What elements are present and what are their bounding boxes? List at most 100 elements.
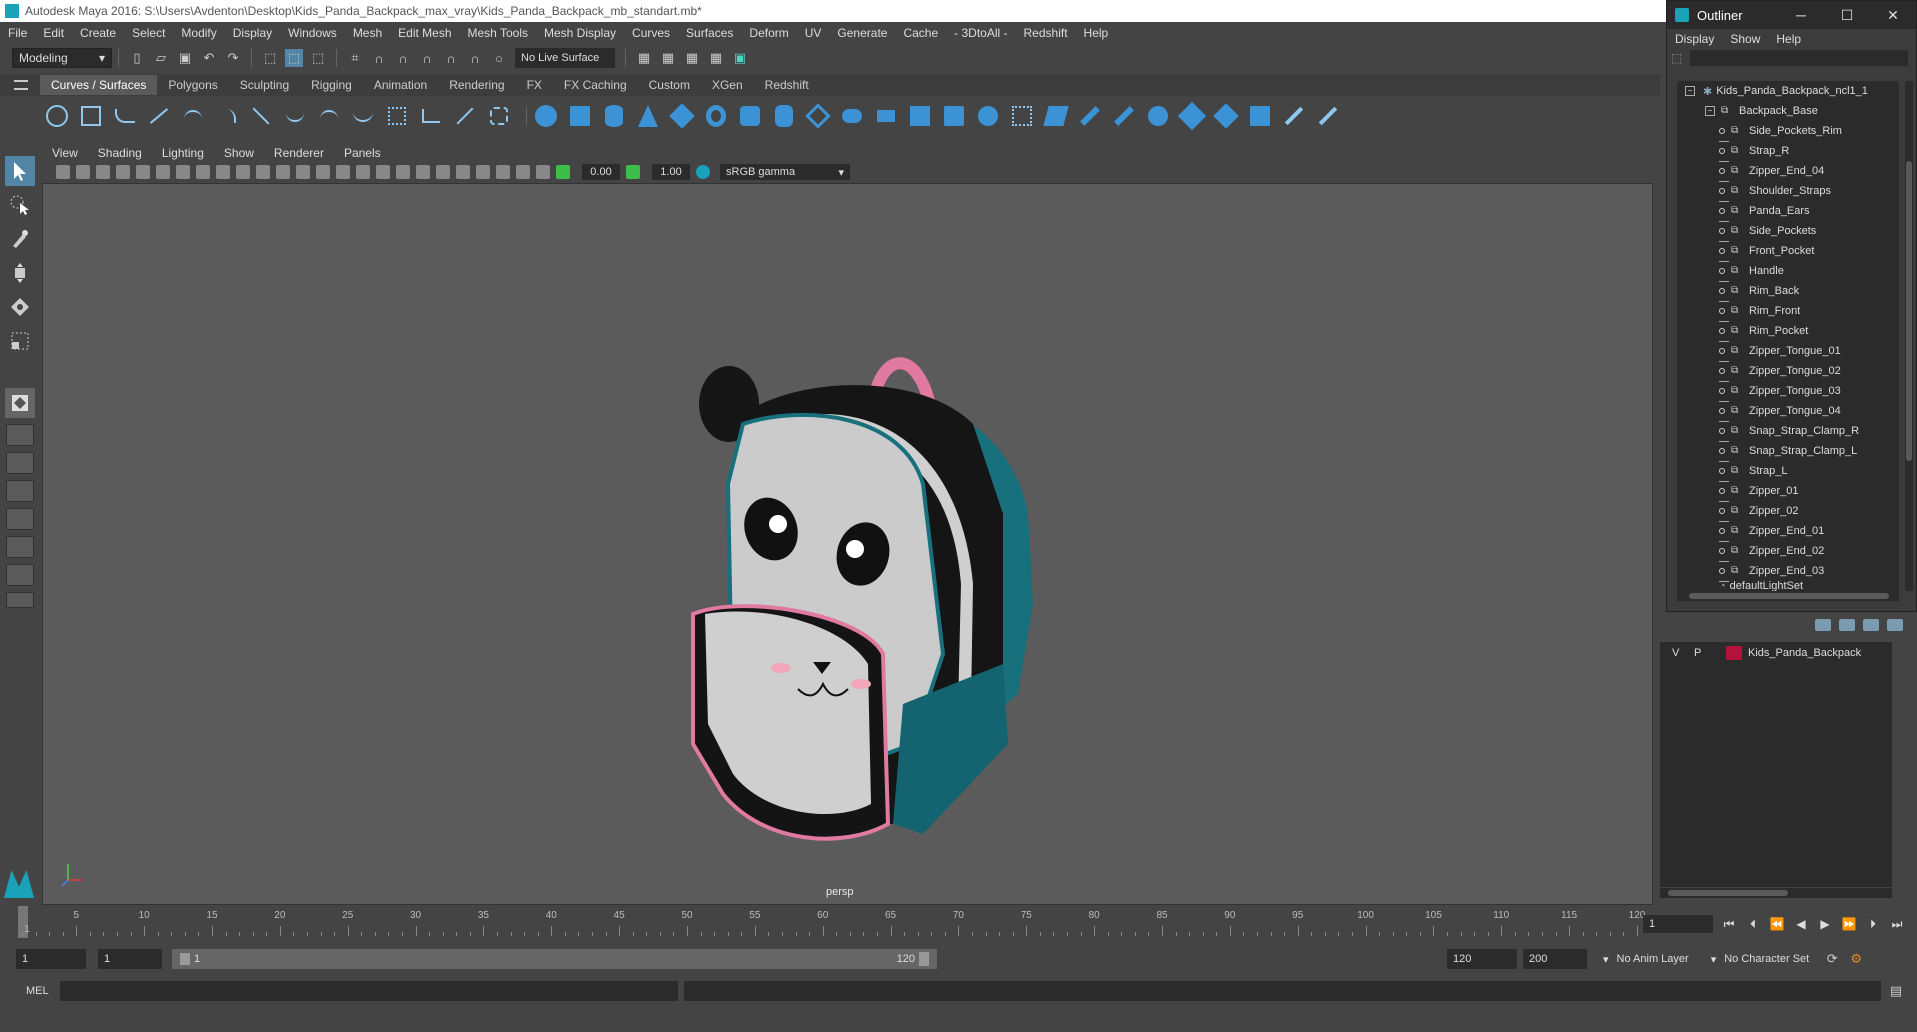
outliner-search-input[interactable] (1690, 50, 1909, 66)
range-end-handle[interactable] (919, 952, 929, 966)
tree-item-row[interactable]: ⧉ Zipper_01 (1677, 481, 1899, 502)
menu-select[interactable]: Select (124, 26, 173, 40)
outliner-tree[interactable]: − ✱ Kids_Panda_Backpack_ncl1_1 − ⧉ Backp… (1677, 81, 1899, 591)
exposure-icon[interactable] (556, 165, 570, 179)
outliner-menu-help[interactable]: Help (1768, 32, 1809, 46)
tree-item-row[interactable]: ⧉ Side_Pockets_Rim (1677, 121, 1899, 142)
menu-set-dropdown[interactable]: Modeling ▾ (12, 48, 112, 68)
nurbs-plane-icon[interactable] (669, 103, 695, 129)
tab-rigging[interactable]: Rigging (300, 75, 363, 95)
menu-modify[interactable]: Modify (173, 26, 224, 40)
character-set-dropdown[interactable]: ▾ No Character Set (1704, 949, 1816, 969)
auto-key-icon[interactable]: ⟳ (1823, 950, 1841, 968)
tree-item-row[interactable]: ⧉ Zipper_Tongue_01 (1677, 341, 1899, 362)
snap-point-icon[interactable]: ∩ (394, 49, 412, 67)
minimize-icon[interactable]: ─ (1778, 7, 1824, 24)
film-gate-icon[interactable] (196, 165, 210, 179)
snap-curve-icon[interactable]: ∩ (370, 49, 388, 67)
viewport-menu-shading[interactable]: Shading (88, 146, 152, 160)
redo-icon[interactable]: ↷ (224, 49, 242, 67)
grid-icon[interactable] (176, 165, 190, 179)
offset-surface-icon[interactable] (1213, 103, 1239, 129)
step-forward-frame-icon[interactable]: ⏩ (1841, 917, 1857, 931)
open-scene-icon[interactable]: ▱ (152, 49, 170, 67)
viewport-menu-lighting[interactable]: Lighting (152, 146, 214, 160)
textured-icon[interactable] (356, 165, 370, 179)
menu-display[interactable]: Display (225, 26, 280, 40)
tree-item-row[interactable]: ⧉ Rim_Pocket (1677, 321, 1899, 342)
safe-action-icon[interactable] (276, 165, 290, 179)
nurbs-cone-icon[interactable] (635, 103, 661, 129)
menu-mesh-tools[interactable]: Mesh Tools (460, 26, 536, 40)
trim-tool-icon[interactable] (1077, 103, 1103, 129)
rotate-tool-icon[interactable] (5, 292, 35, 322)
snap-grid-icon[interactable]: ⌗ (346, 49, 364, 67)
extrude-icon[interactable] (839, 103, 865, 129)
script-editor-icon[interactable]: ▤ (1887, 982, 1905, 1000)
tree-item-row[interactable]: ⧉ Snap_Strap_Clamp_L (1677, 441, 1899, 462)
loft-icon[interactable] (771, 103, 797, 129)
image-plane-icon[interactable] (116, 165, 130, 179)
square-surface-icon[interactable] (941, 103, 967, 129)
sculpt-geometry-icon[interactable] (1281, 103, 1307, 129)
shadows-icon[interactable] (396, 165, 410, 179)
tree-root-row[interactable]: − ✱ Kids_Panda_Backpack_ncl1_1 (1677, 81, 1899, 101)
render-view-icon[interactable]: ▣ (731, 49, 749, 67)
hypershade-icon[interactable]: ▦ (707, 49, 725, 67)
layout-outliner-button[interactable] (6, 508, 34, 530)
layer-visibility-toggle[interactable]: V (1672, 647, 1694, 659)
current-frame-field[interactable]: 1 (1643, 915, 1713, 933)
wireframe-icon[interactable] (296, 165, 310, 179)
tree-item-row[interactable]: ⧉ Zipper_End_04 (1677, 161, 1899, 182)
collapse-icon[interactable]: − (1705, 106, 1715, 116)
layout-two-side-button[interactable] (6, 452, 34, 474)
xray-icon[interactable] (516, 165, 530, 179)
menu-surfaces[interactable]: Surfaces (678, 26, 741, 40)
tree-item-row[interactable]: ⧉ Strap_R (1677, 141, 1899, 162)
go-to-end-icon[interactable]: ⏭ (1889, 917, 1905, 932)
menu-generate[interactable]: Generate (829, 26, 895, 40)
ipr-render-icon[interactable]: ▦ (659, 49, 677, 67)
detach-curve-icon[interactable] (350, 103, 376, 129)
playback-start-field[interactable]: 1 (98, 949, 162, 969)
select-tool-icon[interactable] (5, 156, 35, 186)
wireframe-on-shaded-icon[interactable] (336, 165, 350, 179)
use-lights-icon[interactable] (376, 165, 390, 179)
tab-animation[interactable]: Animation (363, 75, 438, 95)
step-back-frame-icon[interactable]: ⏪ (1769, 917, 1785, 931)
cv-curve-icon[interactable] (112, 103, 138, 129)
boundary-icon[interactable] (907, 103, 933, 129)
menu-file[interactable]: File (0, 26, 35, 40)
curve-tool-icon[interactable] (248, 103, 274, 129)
menu-windows[interactable]: Windows (280, 26, 345, 40)
lasso-tool-icon[interactable] (5, 190, 35, 220)
last-tool-icon[interactable] (5, 388, 35, 418)
layout-four-view-button[interactable] (6, 424, 34, 446)
rebuild-icon[interactable] (1247, 103, 1273, 129)
tab-redshift[interactable]: Redshift (754, 75, 820, 95)
menu-cache[interactable]: Cache (895, 26, 946, 40)
menu-deform[interactable]: Deform (741, 26, 796, 40)
offset-curve-icon[interactable] (486, 103, 512, 129)
surface-editing-icon[interactable] (1315, 103, 1341, 129)
layer-color-swatch[interactable] (1726, 646, 1742, 660)
render-settings-icon[interactable]: ▦ (683, 49, 701, 67)
tree-item-row[interactable]: ⧉ Zipper_Tongue_03 (1677, 381, 1899, 402)
nurbs-torus-icon[interactable] (703, 103, 729, 129)
tree-item-row[interactable]: ⧉ Zipper_End_01 (1677, 521, 1899, 542)
tree-item-row[interactable]: ⧉ Zipper_Tongue_02 (1677, 361, 1899, 382)
project-curve-icon[interactable] (1043, 103, 1069, 129)
menu-mesh-display[interactable]: Mesh Display (536, 26, 624, 40)
snap-view-icon[interactable]: ∩ (418, 49, 436, 67)
exposure-field[interactable]: 0.00 (582, 164, 620, 180)
move-layer-up-icon[interactable] (1815, 619, 1831, 631)
tree-item-row[interactable]: ⧉ Zipper_02 (1677, 501, 1899, 522)
play-backwards-icon[interactable]: ◀ (1793, 917, 1809, 931)
viewport-menu-panels[interactable]: Panels (334, 146, 391, 160)
tree-item-row[interactable]: ◔ defaultLightSet (1677, 581, 1899, 591)
tree-group-row[interactable]: − ⧉ Backpack_Base (1677, 101, 1899, 121)
tree-item-row[interactable]: ⧉ Front_Pocket (1677, 241, 1899, 262)
layer-horizontal-scrollbar[interactable] (1660, 888, 1892, 898)
gamma-icon[interactable] (626, 165, 640, 179)
time-slider[interactable]: 1 5 10 15 20 25 30 35 40 45 50 55 60 65 70 75 80 85 90 95 1… (18, 906, 1645, 941)
